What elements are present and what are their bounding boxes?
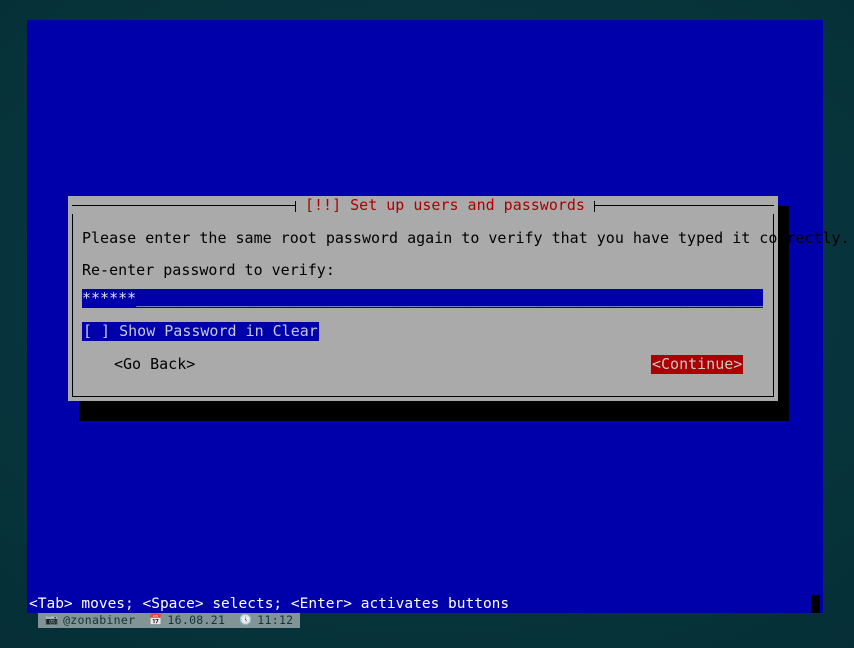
clock-icon: 🕔 xyxy=(239,614,253,626)
password-masked-value: ****** xyxy=(82,289,137,307)
status-help-bar: <Tab> moves; <Space> selects; <Enter> ac… xyxy=(27,595,823,613)
password-field-label: Re-enter password to verify: xyxy=(82,261,335,279)
camera-icon: 📷 xyxy=(45,614,59,626)
title-rule-left xyxy=(72,200,296,212)
setup-dialog: [!!] Set up users and passwords Please e… xyxy=(68,196,850,401)
calendar-icon: 📅 xyxy=(149,614,163,626)
continue-button[interactable]: <Continue> xyxy=(651,355,744,374)
dialog-title: [!!] Set up users and passwords xyxy=(296,196,594,214)
screen-root: [!!] Set up users and passwords Please e… xyxy=(0,0,854,648)
status-help-text: <Tab> moves; <Space> selects; <Enter> ac… xyxy=(29,596,510,612)
watermark-date: 16.08.21 xyxy=(167,613,226,627)
watermark-time: 11:12 xyxy=(257,613,294,627)
watermark-bar: 📷 @zonabiner 📅 16.08.21 🕔 11:12 xyxy=(38,613,301,628)
prompt-text: Please enter the same root password agai… xyxy=(82,229,850,247)
password-filler: ________________________________________… xyxy=(136,289,763,307)
dialog-titlebar: [!!] Set up users and passwords xyxy=(72,196,774,214)
watermark-username: @zonabiner xyxy=(63,613,136,627)
go-back-button[interactable]: <Go Back> xyxy=(114,355,195,374)
show-password-checkbox[interactable]: [ ] Show Password in Clear xyxy=(82,322,319,341)
password-input[interactable]: ******__________________________________… xyxy=(82,289,763,308)
title-rule-right xyxy=(593,200,774,212)
terminal-cursor xyxy=(811,595,820,613)
